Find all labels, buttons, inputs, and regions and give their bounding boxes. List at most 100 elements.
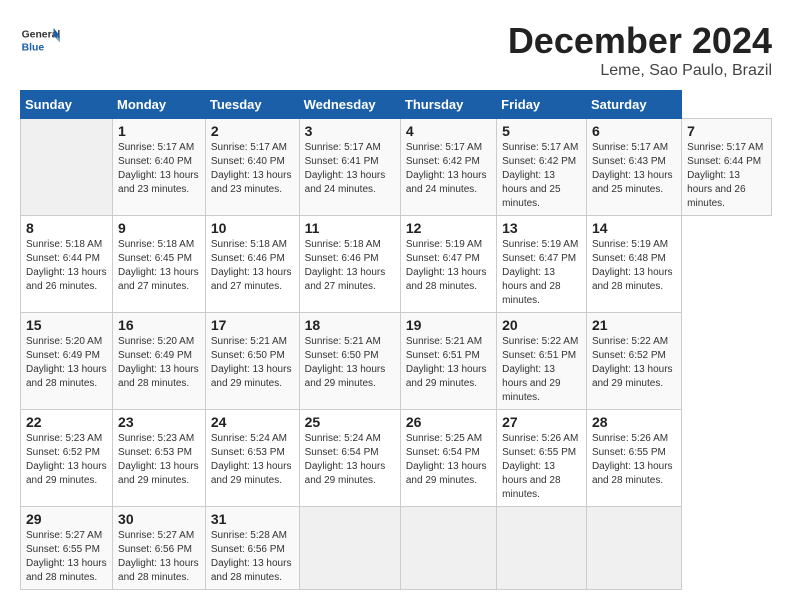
day-info: Sunrise: 5:17 AMSunset: 6:43 PMDaylight:…: [592, 141, 676, 197]
day-header-sunday: Sunday: [21, 91, 113, 119]
calendar-cell: 24 Sunrise: 5:24 AMSunset: 6:53 PMDayligh…: [205, 410, 299, 507]
day-number: 3: [305, 123, 395, 139]
day-number: 6: [592, 123, 676, 139]
day-info: Sunrise: 5:21 AMSunset: 6:50 PMDaylight:…: [211, 335, 294, 391]
calendar-cell: 10Sunrise: 5:18 AMSunset: 6:46 PMDayligh…: [205, 216, 299, 313]
day-info: Sunrise: 5:20 AMSunset: 6:49 PMDaylight:…: [26, 335, 107, 391]
calendar-cell: 12 Sunrise: 5:19 AMSunset: 6:47 PMDayligh…: [400, 216, 496, 313]
calendar-cell: [586, 507, 681, 590]
calendar-cell: 16 Sunrise: 5:20 AMSunset: 6:49 PMDayligh…: [113, 313, 206, 410]
day-header-monday: Monday: [113, 91, 206, 119]
day-number: 1: [118, 123, 200, 139]
day-info: Sunrise: 5:20 AMSunset: 6:49 PMDaylight:…: [118, 335, 200, 391]
calendar-cell: 17Sunrise: 5:21 AMSunset: 6:50 PMDayligh…: [205, 313, 299, 410]
week-row-2: 15Sunrise: 5:20 AMSunset: 6:49 PMDayligh…: [21, 313, 772, 410]
day-number: 7: [687, 123, 766, 139]
calendar-cell: 20 Sunrise: 5:22 AMSunset: 6:51 PMDayligh…: [497, 313, 587, 410]
calendar-cell: 9 Sunrise: 5:18 AMSunset: 6:45 PMDaylight…: [113, 216, 206, 313]
calendar-cell: 28 Sunrise: 5:26 AMSunset: 6:55 PMDayligh…: [586, 410, 681, 507]
day-number: 12: [406, 220, 491, 236]
day-info: Sunrise: 5:26 AMSunset: 6:55 PMDaylight:…: [592, 432, 676, 488]
title-area: December 2024 Leme, Sao Paulo, Brazil: [508, 20, 772, 80]
calendar-cell: 26 Sunrise: 5:25 AMSunset: 6:54 PMDayligh…: [400, 410, 496, 507]
calendar-cell: 27 Sunrise: 5:26 AMSunset: 6:55 PMDayligh…: [497, 410, 587, 507]
day-header-saturday: Saturday: [586, 91, 681, 119]
day-number: 26: [406, 414, 491, 430]
calendar-cell: 25Sunrise: 5:24 AMSunset: 6:54 PMDayligh…: [299, 410, 400, 507]
calendar-cell: [400, 507, 496, 590]
day-number: 14: [592, 220, 676, 236]
calendar-cell: 6 Sunrise: 5:17 AMSunset: 6:43 PMDaylight…: [586, 119, 681, 216]
calendar-cell: [299, 507, 400, 590]
calendar-cell: 8Sunrise: 5:18 AMSunset: 6:44 PMDaylight…: [21, 216, 113, 313]
day-number: 28: [592, 414, 676, 430]
day-info: Sunrise: 5:18 AMSunset: 6:45 PMDaylight:…: [118, 238, 200, 294]
day-number: 20: [502, 317, 581, 333]
day-info: Sunrise: 5:26 AMSunset: 6:55 PMDaylight:…: [502, 432, 581, 502]
week-row-0: 1 Sunrise: 5:17 AMSunset: 6:40 PMDaylight…: [21, 119, 772, 216]
day-info: Sunrise: 5:24 AMSunset: 6:53 PMDaylight:…: [211, 432, 294, 488]
day-number: 18: [305, 317, 395, 333]
header: General Blue December 2024 Leme, Sao Pau…: [20, 20, 772, 80]
day-info: Sunrise: 5:24 AMSunset: 6:54 PMDaylight:…: [305, 432, 395, 488]
day-info: Sunrise: 5:19 AMSunset: 6:47 PMDaylight:…: [406, 238, 491, 294]
day-number: 29: [26, 511, 107, 527]
day-number: 24: [211, 414, 294, 430]
day-number: 10: [211, 220, 294, 236]
day-info: Sunrise: 5:17 AMSunset: 6:42 PMDaylight:…: [406, 141, 491, 197]
week-row-4: 29 Sunrise: 5:27 AMSunset: 6:55 PMDayligh…: [21, 507, 772, 590]
calendar-cell: 1 Sunrise: 5:17 AMSunset: 6:40 PMDaylight…: [113, 119, 206, 216]
calendar-cell: 13Sunrise: 5:19 AMSunset: 6:47 PMDayligh…: [497, 216, 587, 313]
day-number: 9: [118, 220, 200, 236]
day-info: Sunrise: 5:17 AMSunset: 6:40 PMDaylight:…: [118, 141, 200, 197]
svg-text:Blue: Blue: [22, 42, 45, 53]
calendar-cell: 19 Sunrise: 5:21 AMSunset: 6:51 PMDayligh…: [400, 313, 496, 410]
day-header-wednesday: Wednesday: [299, 91, 400, 119]
calendar-cell: 11 Sunrise: 5:18 AMSunset: 6:46 PMDayligh…: [299, 216, 400, 313]
calendar-table: SundayMondayTuesdayWednesdayThursdayFrid…: [20, 90, 772, 590]
calendar-cell: 7Sunrise: 5:17 AMSunset: 6:44 PMDaylight…: [682, 119, 772, 216]
day-number: 4: [406, 123, 491, 139]
day-number: 13: [502, 220, 581, 236]
logo: General Blue: [20, 20, 64, 60]
day-info: Sunrise: 5:23 AMSunset: 6:53 PMDaylight:…: [118, 432, 200, 488]
day-header-thursday: Thursday: [400, 91, 496, 119]
day-info: Sunrise: 5:21 AMSunset: 6:50 PMDaylight:…: [305, 335, 395, 391]
day-number: 2: [211, 123, 294, 139]
calendar-cell: 18 Sunrise: 5:21 AMSunset: 6:50 PMDayligh…: [299, 313, 400, 410]
day-info: Sunrise: 5:27 AMSunset: 6:55 PMDaylight:…: [26, 529, 107, 585]
day-info: Sunrise: 5:22 AMSunset: 6:52 PMDaylight:…: [592, 335, 676, 391]
day-info: Sunrise: 5:21 AMSunset: 6:51 PMDaylight:…: [406, 335, 491, 391]
calendar-cell: 21 Sunrise: 5:22 AMSunset: 6:52 PMDayligh…: [586, 313, 681, 410]
day-info: Sunrise: 5:23 AMSunset: 6:52 PMDaylight:…: [26, 432, 107, 488]
day-info: Sunrise: 5:28 AMSunset: 6:56 PMDaylight:…: [211, 529, 294, 585]
calendar-cell: 14Sunrise: 5:19 AMSunset: 6:48 PMDayligh…: [586, 216, 681, 313]
day-number: 27: [502, 414, 581, 430]
day-info: Sunrise: 5:17 AMSunset: 6:42 PMDaylight:…: [502, 141, 581, 211]
calendar-cell: 29 Sunrise: 5:27 AMSunset: 6:55 PMDayligh…: [21, 507, 113, 590]
days-header-row: SundayMondayTuesdayWednesdayThursdayFrid…: [21, 91, 772, 119]
day-number: 11: [305, 220, 395, 236]
day-info: Sunrise: 5:22 AMSunset: 6:51 PMDaylight:…: [502, 335, 581, 405]
calendar-cell: 3Sunrise: 5:17 AMSunset: 6:41 PMDaylight…: [299, 119, 400, 216]
calendar-cell: 30Sunrise: 5:27 AMSunset: 6:56 PMDayligh…: [113, 507, 206, 590]
day-info: Sunrise: 5:25 AMSunset: 6:54 PMDaylight:…: [406, 432, 491, 488]
day-number: 22: [26, 414, 107, 430]
day-info: Sunrise: 5:18 AMSunset: 6:44 PMDaylight:…: [26, 238, 107, 294]
day-header-tuesday: Tuesday: [205, 91, 299, 119]
week-row-3: 22 Sunrise: 5:23 AMSunset: 6:52 PMDayligh…: [21, 410, 772, 507]
week-row-1: 8Sunrise: 5:18 AMSunset: 6:44 PMDaylight…: [21, 216, 772, 313]
day-info: Sunrise: 5:27 AMSunset: 6:56 PMDaylight:…: [118, 529, 200, 585]
day-info: Sunrise: 5:18 AMSunset: 6:46 PMDaylight:…: [305, 238, 395, 294]
month-title: December 2024: [508, 20, 772, 62]
subtitle: Leme, Sao Paulo, Brazil: [508, 62, 772, 80]
calendar-cell: [497, 507, 587, 590]
day-number: 21: [592, 317, 676, 333]
day-header-friday: Friday: [497, 91, 587, 119]
calendar-cell: 23 Sunrise: 5:23 AMSunset: 6:53 PMDayligh…: [113, 410, 206, 507]
day-number: 23: [118, 414, 200, 430]
calendar-cell: [21, 119, 113, 216]
calendar-cell: 15Sunrise: 5:20 AMSunset: 6:49 PMDayligh…: [21, 313, 113, 410]
day-number: 16: [118, 317, 200, 333]
day-number: 19: [406, 317, 491, 333]
